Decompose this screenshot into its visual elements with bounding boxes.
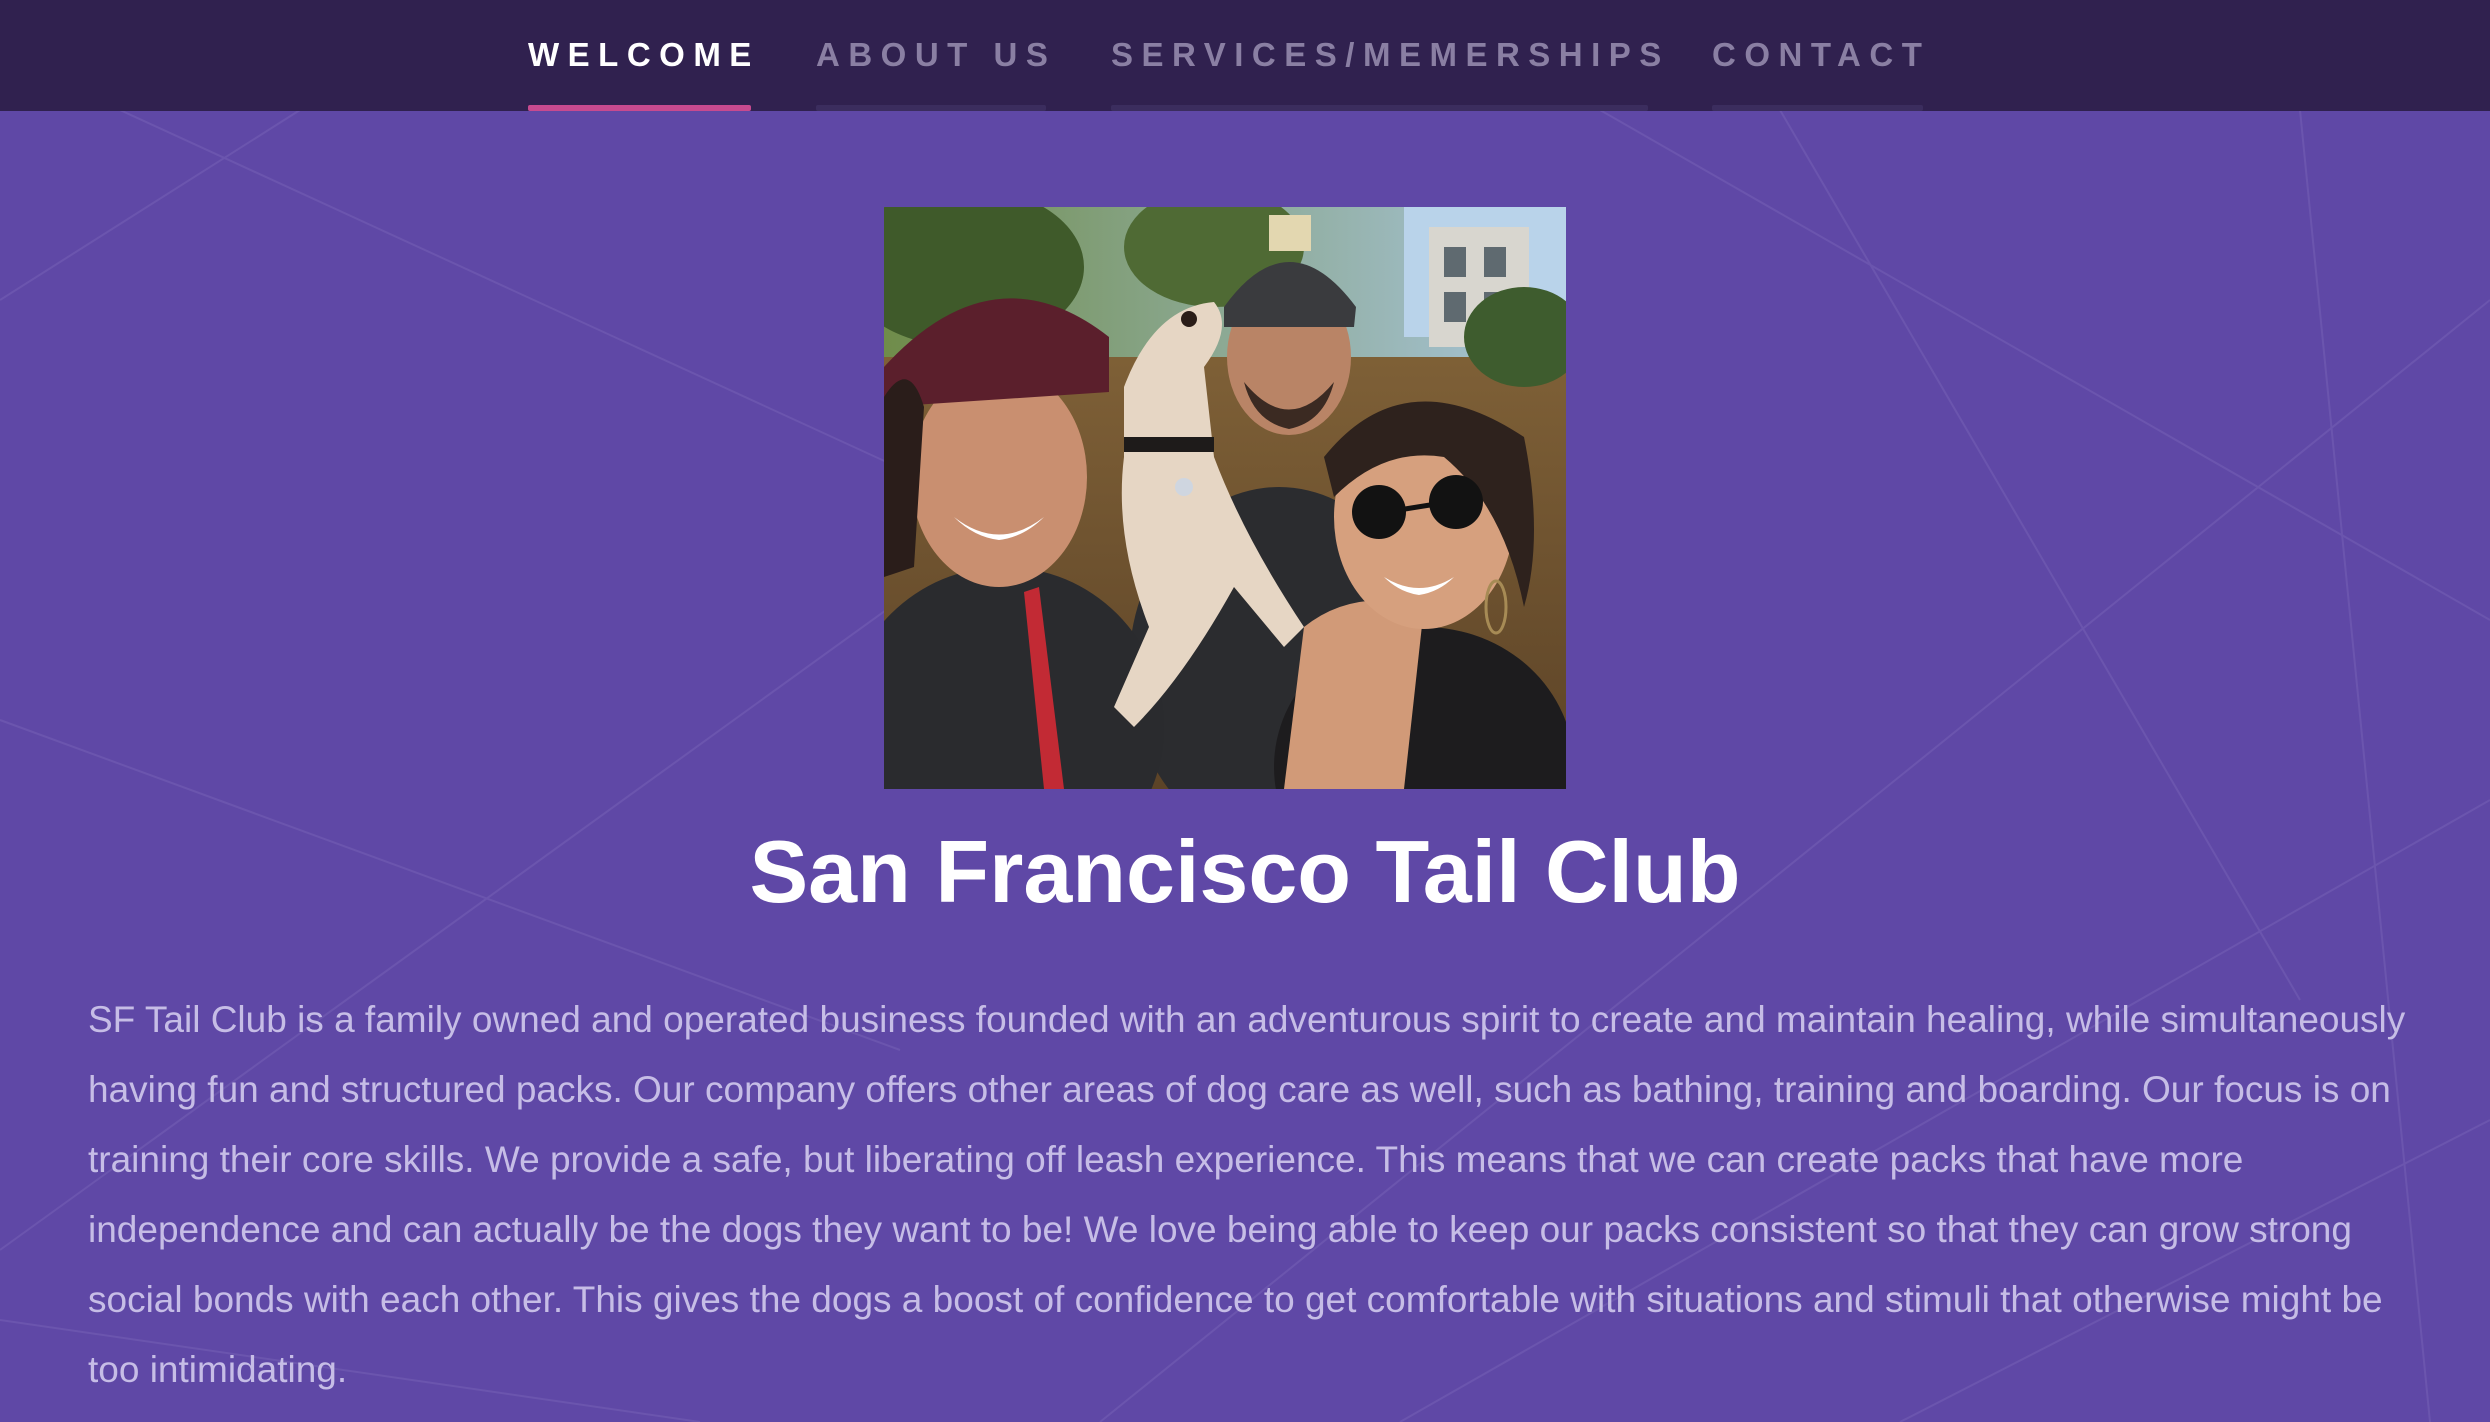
nav-active-underline — [528, 105, 751, 111]
group-photo-with-dog-icon — [884, 207, 1566, 789]
nav-item-label: ABOUT US — [816, 36, 1057, 73]
nav-item-label: SERVICES/MEMERSHIPS — [1111, 36, 1670, 73]
nav-underline — [1111, 105, 1648, 111]
top-navigation-bar: WELCOME ABOUT US SERVICES/MEMERSHIPS CON… — [0, 0, 2490, 111]
nav-item-label: CONTACT — [1712, 36, 1931, 73]
nav-item-about-us[interactable]: ABOUT US — [816, 0, 1048, 111]
nav-item-welcome[interactable]: WELCOME — [528, 0, 751, 111]
nav-underline — [816, 105, 1046, 111]
page-title: San Francisco Tail Club — [749, 822, 1741, 921]
intro-paragraph: SF Tail Club is a family owned and opera… — [88, 999, 2406, 1390]
nav-item-label: WELCOME — [528, 36, 760, 73]
nav-item-contact[interactable]: CONTACT — [1712, 0, 1923, 111]
nav-item-services-memberships[interactable]: SERVICES/MEMERSHIPS — [1111, 0, 1661, 111]
nav-underline — [1712, 105, 1923, 111]
hero-group-photo — [884, 207, 1566, 789]
